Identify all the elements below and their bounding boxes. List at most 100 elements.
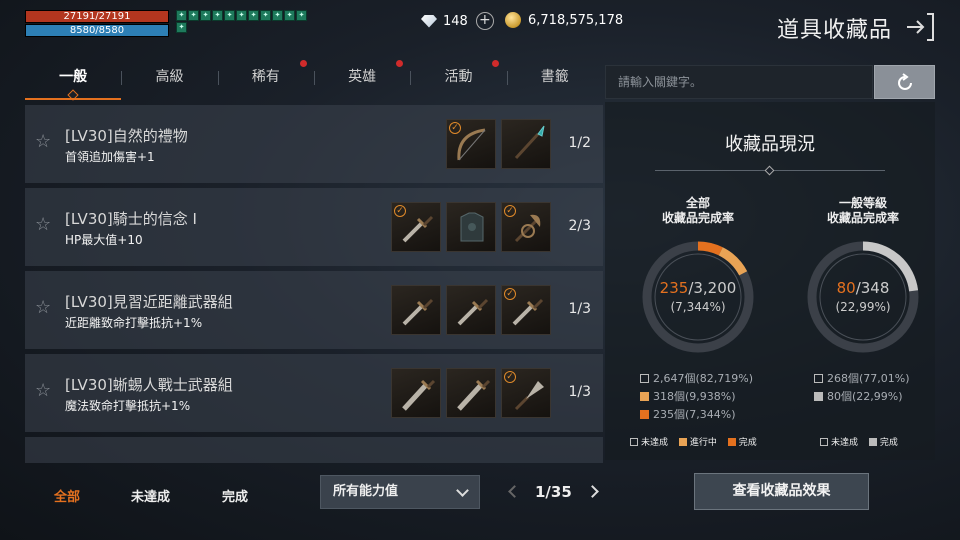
bookmark-star-icon[interactable]: ☆ — [35, 133, 53, 151]
tab-3[interactable]: 英雄 — [313, 60, 410, 102]
refresh-button[interactable] — [874, 65, 935, 99]
diamond-currency: 148 + — [421, 12, 494, 30]
gauge-normal-value: 80/348 — [836, 279, 890, 297]
collection-row[interactable]: ☆ [LV30]見習近距離武器組 近距離致命打擊抵抗+1% 1/3 ✓ — [25, 271, 603, 349]
tab-0[interactable]: 一般 — [25, 60, 122, 102]
item-slot-dagger[interactable]: ✓ — [391, 202, 441, 252]
collection-progress: 2/3 — [568, 218, 591, 234]
tab-5[interactable]: 書籤 — [506, 60, 603, 102]
collection-list[interactable]: ☆ [LV30]自然的禮物 首領追加傷害+1 1/2 ✓ ☆ [LV30]騎士的信… — [25, 105, 603, 463]
tab-label: 高級 — [155, 69, 184, 85]
collection-row[interactable]: ☆ [LV30]蜥蜴人戰士武器組 魔法致命打擊抵抗+1% 1/3 ✓ — [25, 354, 603, 432]
item-slot-armor[interactable] — [446, 202, 496, 252]
buff-icon[interactable]: ✦ — [272, 10, 283, 21]
panel-title: 收藏品現況 — [725, 134, 815, 155]
legend-swatch — [640, 374, 649, 383]
item-slot-sword[interactable] — [391, 368, 441, 418]
gold-currency: 6,718,575,178 — [505, 12, 623, 28]
diamond-count: 148 — [443, 13, 468, 29]
tab-label: 一般 — [59, 69, 88, 85]
gauge-all-head2: 收藏品完成率 — [661, 211, 734, 225]
gauge-normal-heading: 一般等級 收藏品完成率 — [788, 196, 938, 226]
divider-gem-icon — [764, 165, 775, 176]
collection-row[interactable] — [25, 437, 603, 463]
item-slot-bow[interactable]: ✓ — [446, 119, 496, 169]
filter-all[interactable]: 全部 — [54, 486, 80, 505]
gauge-all-percent: (7,344%) — [670, 300, 726, 314]
breakdown-text: 235個(7,344%) — [653, 408, 736, 421]
stat-filter-value: 所有能力值 — [333, 484, 399, 499]
buff-icon[interactable]: ✦ — [212, 10, 223, 21]
item-slot-spade[interactable]: ✓ — [501, 368, 551, 418]
collection-effect: HP最大值+10 — [65, 233, 143, 247]
bookmark-star-icon[interactable]: ☆ — [35, 382, 53, 400]
prev-page-icon[interactable] — [508, 485, 521, 498]
legend-normal: 未達成 完成 — [820, 435, 906, 448]
buff-icon[interactable]: ✦ — [224, 10, 235, 21]
collection-row[interactable]: ☆ [LV30]自然的禮物 首領追加傷害+1 1/2 ✓ — [25, 105, 603, 183]
buff-icon[interactable]: ✦ — [176, 10, 187, 21]
breakdown-all: 2,647個(82,719%) 318個(9,938%) 235個(7,344%) — [640, 370, 753, 424]
page-title: 道具收藏品 — [776, 18, 892, 43]
buff-icon[interactable]: ✦ — [236, 10, 247, 21]
breakdown-normal: 268個(77,01%) 80個(22,99%) — [814, 370, 910, 406]
breakdown-row: 235個(7,344%) — [640, 406, 753, 424]
chevron-down-icon — [456, 484, 469, 497]
item-slot-spear[interactable] — [501, 119, 551, 169]
view-collection-effects-button[interactable]: 查看收藏品效果 — [694, 473, 869, 510]
item-slot-dagger[interactable]: ✓ — [501, 285, 551, 335]
active-tab-marker-icon — [67, 89, 79, 101]
gauge-normal-head2: 收藏品完成率 — [826, 211, 899, 225]
tab-1[interactable]: 高級 — [121, 60, 217, 102]
tab-4[interactable]: 活動 — [410, 60, 506, 102]
search-input[interactable]: 請輸入關鍵字。 — [605, 65, 873, 99]
legend-in-progress: 進行中 — [689, 438, 717, 448]
breakdown-text: 268個(77,01%) — [827, 372, 910, 385]
collection-effect: 首領追加傷害+1 — [65, 150, 155, 164]
legend-incomplete: 未達成 — [831, 438, 859, 448]
gauge-all-head1: 全部 — [685, 196, 710, 210]
buff-icon[interactable]: ✦ — [284, 10, 295, 21]
filter-incomplete[interactable]: 未達成 — [131, 486, 170, 505]
notification-dot — [299, 60, 307, 67]
buff-icon[interactable]: ✦ — [188, 10, 199, 21]
collection-effect: 魔法致命打擊抵抗+1% — [65, 399, 191, 413]
next-page-icon[interactable] — [586, 485, 599, 498]
diamond-icon — [421, 14, 437, 28]
item-slot-sword[interactable] — [446, 368, 496, 418]
hp-text: 27191/27191 — [63, 11, 131, 22]
collected-check-icon: ✓ — [504, 371, 516, 383]
tab-2[interactable]: 稀有 — [217, 60, 314, 102]
buff-icon[interactable]: ✦ — [260, 10, 271, 21]
item-slot-axe[interactable]: ✓ — [501, 202, 551, 252]
collected-check-icon: ✓ — [504, 205, 516, 217]
add-diamond-icon[interactable]: + — [475, 12, 494, 30]
buff-icon[interactable]: ✦ — [296, 10, 307, 21]
collection-progress: 1/3 — [568, 301, 591, 317]
filter-complete[interactable]: 完成 — [222, 486, 248, 505]
tab-label: 稀有 — [251, 69, 280, 85]
rarity-tabs: 一般 高級 稀有 英雄 活動 書籤 — [25, 60, 603, 102]
collection-effect: 近距離致命打擊抵抗+1% — [65, 316, 203, 330]
buff-icons[interactable]: ✦ ✦ ✦ ✦ ✦ ✦ ✦ ✦ ✦ ✦ ✦ ✦ — [176, 10, 316, 33]
gauge-all — [642, 241, 754, 353]
buff-icon[interactable]: ✦ — [176, 22, 187, 33]
collection-row[interactable]: ☆ [LV30]騎士的信念 I HP最大值+10 2/3 ✓ ✓ — [25, 188, 603, 266]
exit-icon[interactable] — [903, 10, 935, 44]
breakdown-row: 80個(22,99%) — [814, 388, 910, 406]
collection-progress: 1/3 — [568, 384, 591, 400]
bookmark-star-icon[interactable]: ☆ — [35, 299, 53, 317]
buff-icon[interactable]: ✦ — [200, 10, 211, 21]
item-slot-dagger[interactable] — [446, 285, 496, 335]
breakdown-row: 318個(9,938%) — [640, 388, 753, 406]
gold-count: 6,718,575,178 — [528, 12, 624, 28]
stat-filter-select[interactable]: 所有能力值 — [320, 475, 480, 509]
buff-icon[interactable]: ✦ — [248, 10, 259, 21]
item-slot-dagger[interactable] — [391, 285, 441, 335]
legend-incomplete: 未達成 — [641, 438, 669, 448]
breakdown-text: 2,647個(82,719%) — [653, 372, 754, 385]
collected-check-icon: ✓ — [449, 122, 461, 134]
tab-label: 英雄 — [348, 69, 377, 85]
collection-name: [LV30]見習近距離武器組 — [65, 293, 233, 311]
bookmark-star-icon[interactable]: ☆ — [35, 216, 53, 234]
